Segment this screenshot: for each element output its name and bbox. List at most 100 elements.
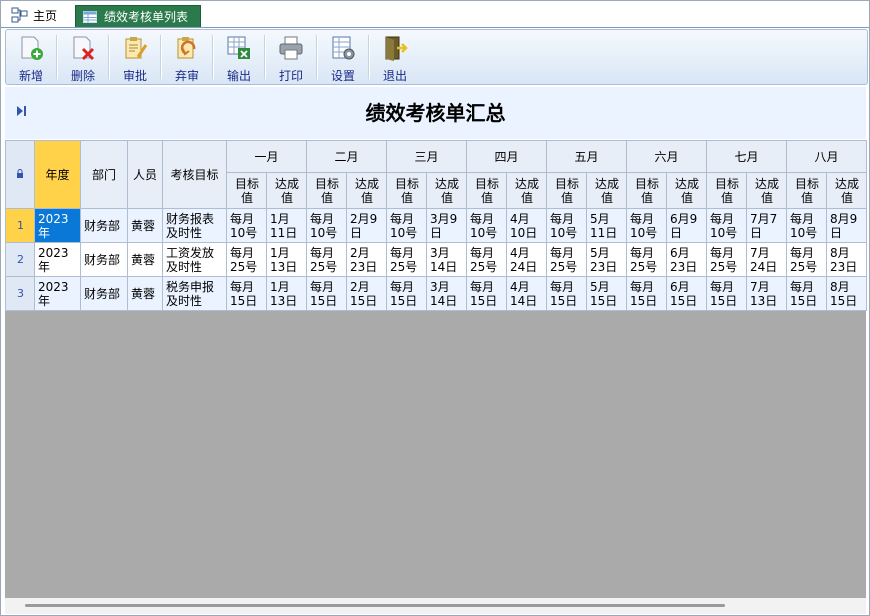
- cell-achieved-value[interactable]: 6月9日: [666, 208, 707, 243]
- cell-target-value[interactable]: 每月10号: [306, 208, 347, 243]
- cell-person[interactable]: 黄蓉: [127, 242, 163, 277]
- cell-target-value[interactable]: 每月15日: [386, 276, 427, 311]
- cell-dept[interactable]: 财务部: [80, 208, 128, 243]
- cell-achieved-value-text: 3月14日: [430, 245, 458, 274]
- cell-dept[interactable]: 财务部: [80, 242, 128, 277]
- table-row[interactable]: 2 2023年 财务部 黄蓉 工资发放及时性 每月25号 1月13日 每月25号 2月23日 每月…: [5, 242, 867, 277]
- cell-year[interactable]: 2023年: [34, 208, 81, 243]
- cell-target-value[interactable]: 每月25号: [386, 242, 427, 277]
- cell-achieved-value[interactable]: 5月15日: [586, 276, 627, 311]
- cell-year[interactable]: 2023年: [34, 242, 81, 277]
- cell-target-text: 财务报表及时性: [166, 211, 215, 240]
- cell-target[interactable]: 工资发放及时性: [162, 242, 227, 277]
- cell-target-value[interactable]: 每月10号: [466, 208, 507, 243]
- delete-button[interactable]: 删除: [58, 30, 108, 84]
- cell-person[interactable]: 黄蓉: [127, 276, 163, 311]
- table-row[interactable]: 1 2023年 财务部 黄蓉 财务报表及时性 每月10号 1月11日 每月10号 2月9日 每月1…: [5, 208, 867, 243]
- col-header-month[interactable]: 三月: [386, 140, 467, 173]
- col-header-month[interactable]: 二月: [306, 140, 387, 173]
- cell-achieved-value-text: 7月24日: [750, 245, 778, 274]
- cell-target-value[interactable]: 每月25号: [466, 242, 507, 277]
- row-header-corner[interactable]: [5, 140, 35, 209]
- cell-achieved-value[interactable]: 1月11日: [266, 208, 307, 243]
- col-header-achieved-value: 达成值: [586, 172, 627, 209]
- cell-target-value[interactable]: 每月15日: [546, 276, 587, 311]
- cell-achieved-value[interactable]: 8月23日: [826, 242, 867, 277]
- add-button[interactable]: 新增: [6, 30, 56, 84]
- cell-achieved-value[interactable]: 3月14日: [426, 242, 467, 277]
- cell-target-value[interactable]: 每月15日: [626, 276, 667, 311]
- cell-target-value[interactable]: 每月15日: [306, 276, 347, 311]
- col-header-month[interactable]: 一月: [226, 140, 307, 173]
- cell-target-value[interactable]: 每月15日: [706, 276, 747, 311]
- cell-achieved-value[interactable]: 3月14日: [426, 276, 467, 311]
- cell-target-value[interactable]: 每月10号: [546, 208, 587, 243]
- row-number[interactable]: 3: [5, 276, 35, 311]
- cell-target-value[interactable]: 每月10号: [626, 208, 667, 243]
- table-row[interactable]: 3 2023年 财务部 黄蓉 税务申报及时性 每月15日 1月13日 每月15日 2月15日 每月…: [5, 276, 867, 311]
- cell-achieved-value[interactable]: 6月23日: [666, 242, 707, 277]
- cell-dept[interactable]: 财务部: [80, 276, 128, 311]
- cell-target-value[interactable]: 每月25号: [306, 242, 347, 277]
- cell-target-value[interactable]: 每月15日: [786, 276, 827, 311]
- cell-achieved-value[interactable]: 8月15日: [826, 276, 867, 311]
- cell-target-value[interactable]: 每月10号: [226, 208, 267, 243]
- cell-achieved-value[interactable]: 1月13日: [266, 276, 307, 311]
- scrollbar-thumb[interactable]: [25, 604, 725, 607]
- col-header-dept[interactable]: 部门: [80, 140, 128, 209]
- cell-target-value[interactable]: 每月25号: [786, 242, 827, 277]
- cell-target-value[interactable]: 每月10号: [786, 208, 827, 243]
- row-number[interactable]: 1: [5, 208, 35, 243]
- cell-achieved-value[interactable]: 7月24日: [746, 242, 787, 277]
- cell-target-value[interactable]: 每月25号: [226, 242, 267, 277]
- cell-achieved-value[interactable]: 5月11日: [586, 208, 627, 243]
- cell-achieved-value[interactable]: 2月15日: [346, 276, 387, 311]
- cell-achieved-value[interactable]: 6月15日: [666, 276, 707, 311]
- unapprove-button[interactable]: 弃审: [162, 30, 212, 84]
- cell-achieved-value[interactable]: 4月24日: [506, 242, 547, 277]
- col-header-month[interactable]: 四月: [466, 140, 547, 173]
- cell-achieved-value[interactable]: 5月23日: [586, 242, 627, 277]
- export-button[interactable]: 输出: [214, 30, 264, 84]
- tab-performance-list[interactable]: 绩效考核单列表: [75, 5, 201, 27]
- col-header-month[interactable]: 七月: [706, 140, 787, 173]
- cell-achieved-value[interactable]: 8月9日: [826, 208, 867, 243]
- cell-target-value[interactable]: 每月10号: [386, 208, 427, 243]
- approve-button[interactable]: 审批: [110, 30, 160, 84]
- col-header-achieved-value: 达成值: [666, 172, 707, 209]
- cell-achieved-value[interactable]: 2月9日: [346, 208, 387, 243]
- cell-achieved-value[interactable]: 7月7日: [746, 208, 787, 243]
- col-header-year[interactable]: 年度: [34, 140, 81, 209]
- cell-target-value[interactable]: 每月10号: [706, 208, 747, 243]
- cell-achieved-value[interactable]: 2月23日: [346, 242, 387, 277]
- cell-target-value[interactable]: 每月25号: [626, 242, 667, 277]
- cell-target[interactable]: 税务申报及时性: [162, 276, 227, 311]
- exit-door-icon: [385, 36, 408, 61]
- cell-target-value[interactable]: 每月25号: [706, 242, 747, 277]
- window-frame: 主页 绩效考核单列表 新增 删除 审批 弃审 输出 打印 设置 退出 绩效考核单…: [0, 0, 870, 616]
- horizontal-scrollbar[interactable]: [5, 598, 866, 614]
- tab-home[interactable]: 主页: [11, 5, 57, 25]
- cell-person[interactable]: 黄蓉: [127, 208, 163, 243]
- cell-achieved-value[interactable]: 3月9日: [426, 208, 467, 243]
- cell-year[interactable]: 2023年: [34, 276, 81, 311]
- col-header-target[interactable]: 考核目标: [162, 140, 227, 209]
- col-header-month[interactable]: 五月: [546, 140, 627, 173]
- col-header-target-value: 目标值: [786, 172, 827, 209]
- cell-target-value[interactable]: 每月25号: [546, 242, 587, 277]
- cell-target[interactable]: 财务报表及时性: [162, 208, 227, 243]
- settings-button[interactable]: 设置: [318, 30, 368, 84]
- col-header-month[interactable]: 八月: [786, 140, 867, 173]
- cell-achieved-value[interactable]: 4月14日: [506, 276, 547, 311]
- col-header-person[interactable]: 人员: [127, 140, 163, 209]
- cell-achieved-value[interactable]: 4月10日: [506, 208, 547, 243]
- cell-target-value[interactable]: 每月15日: [466, 276, 507, 311]
- row-number-text: 2: [17, 252, 24, 266]
- col-header-month[interactable]: 六月: [626, 140, 707, 173]
- cell-achieved-value[interactable]: 7月13日: [746, 276, 787, 311]
- row-number[interactable]: 2: [5, 242, 35, 277]
- print-button[interactable]: 打印: [266, 30, 316, 84]
- exit-button[interactable]: 退出: [370, 30, 420, 84]
- cell-target-value[interactable]: 每月15日: [226, 276, 267, 311]
- cell-achieved-value[interactable]: 1月13日: [266, 242, 307, 277]
